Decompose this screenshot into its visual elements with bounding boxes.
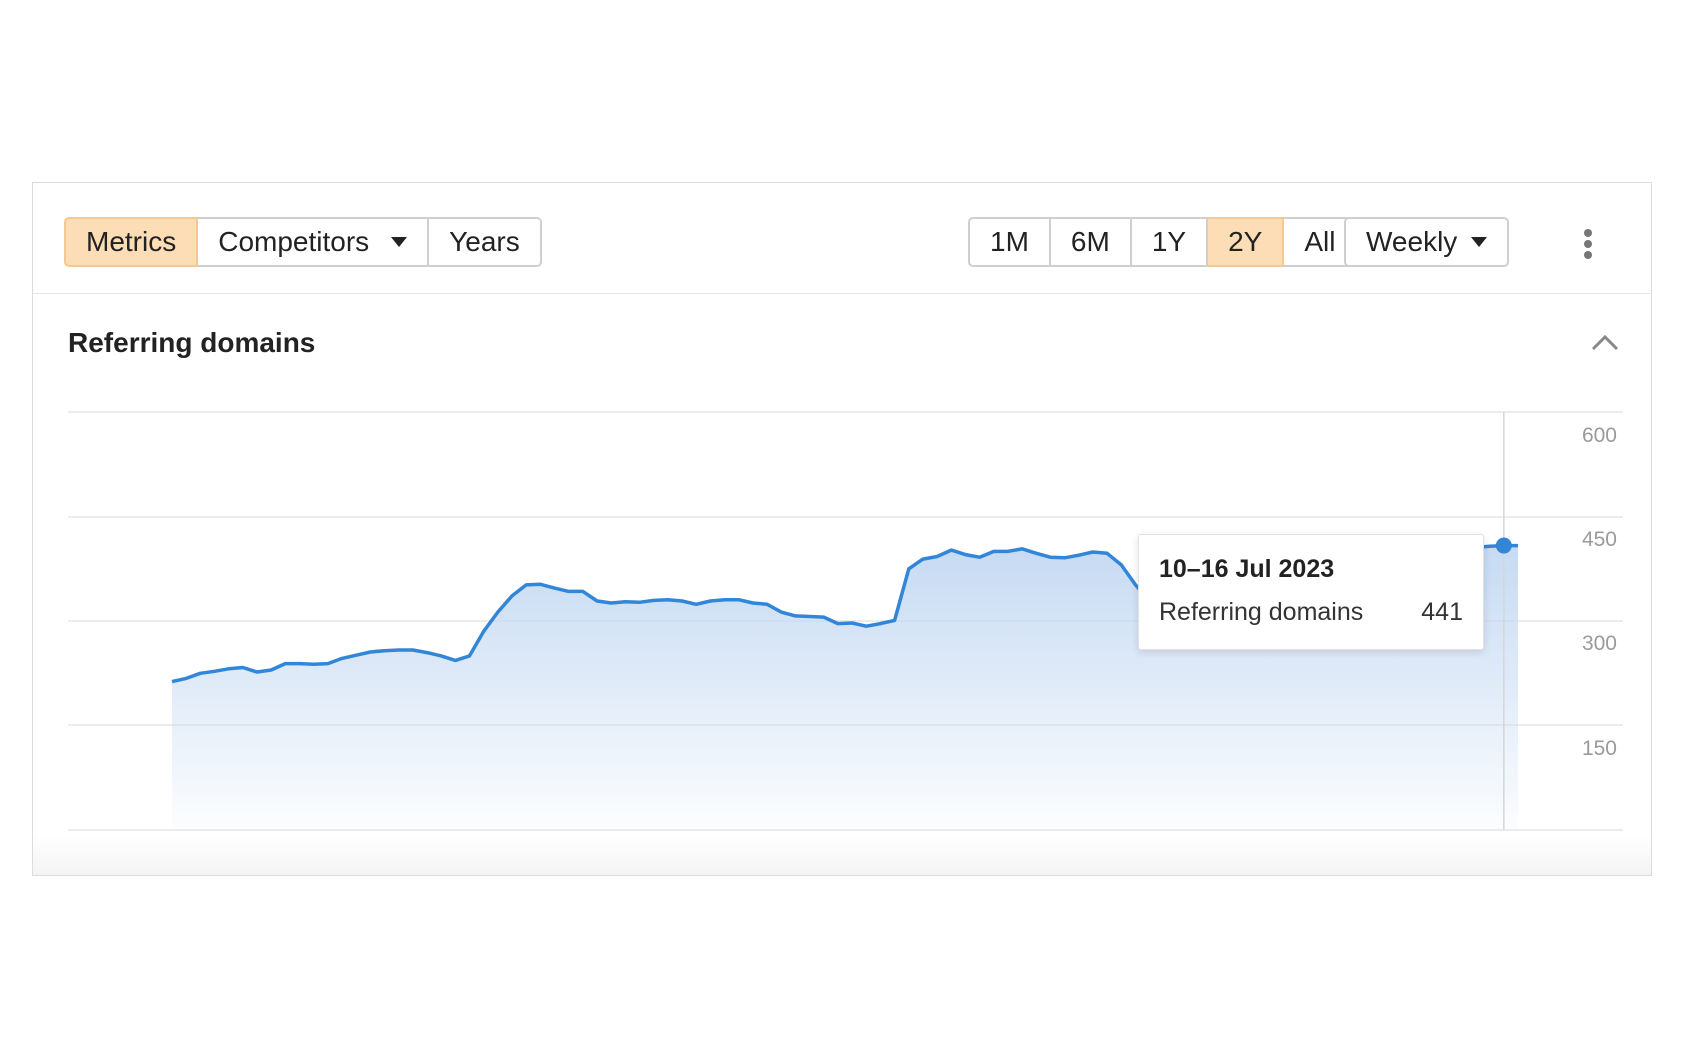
y-tick-label: 450 [1582,528,1617,551]
y-tick-label: 150 [1582,737,1617,760]
referring-domains-card: Metrics Competitors Years 1M 6M 1Y 2Y Al… [32,182,1652,876]
tooltip-row: Referring domains 441 [1159,598,1463,627]
tooltip-date: 10–16 Jul 2023 [1159,555,1335,583]
tooltip-value: 441 [1421,598,1463,626]
y-tick-label: 300 [1582,632,1617,655]
chart-tooltip: 10–16 Jul 2023 Referring domains 441 [1138,534,1484,650]
referring-domains-chart: 600450300150025–31 Oct 202123–29 May 202… [68,411,1623,866]
tooltip-metric: Referring domains [1159,598,1364,626]
bottom-fade [33,835,1651,875]
highlight-point[interactable] [1495,537,1512,554]
y-tick-label: 600 [1582,424,1617,447]
